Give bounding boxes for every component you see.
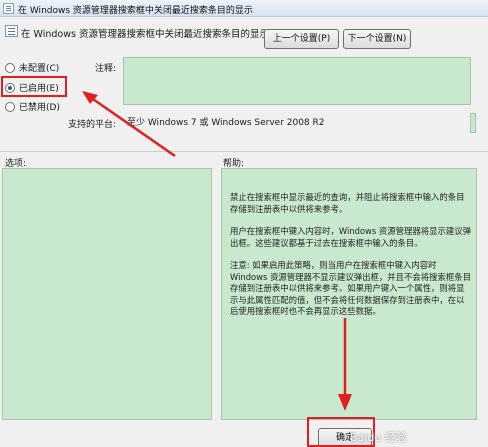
policy-window-icon [3, 3, 14, 14]
options-panel [2, 168, 212, 420]
supported-on-value: 至少 Windows 7 或 Windows Server 2008 R2 [123, 113, 470, 133]
radio-label-not-configured: 未配置(C) [19, 64, 60, 74]
radio-label-disabled: 已禁用(D) [19, 103, 60, 113]
section-divider [0, 151, 488, 152]
radio-disabled[interactable]: 已禁用(D) [5, 100, 60, 113]
radio-circle-not-configured[interactable] [5, 62, 15, 73]
radio-not-configured[interactable]: 未配置(C) [5, 61, 59, 74]
policy-setting-icon [5, 25, 18, 37]
supported-on-label: 支持的平台: [68, 120, 117, 130]
policy-name: 在 Windows 资源管理器搜索框中关闭最近搜索条目的显示 [21, 29, 269, 40]
help-paragraph-3: 注意: 如果启用此策略，则当用户在搜索框中键入内容时 Windows 资源管理器… [230, 260, 472, 316]
radio-circle-disabled[interactable] [5, 101, 15, 112]
annotation-highlight-enabled [1, 76, 67, 97]
previous-setting-button[interactable]: 上一个设置(P) [264, 29, 339, 49]
help-paragraph-1: 禁止在搜索框中显示最近的查询，并阻止将搜索框中输入的条目存储到注册表中以供将来参… [230, 192, 465, 214]
annotation-arrowhead-enabled [82, 91, 98, 104]
help-panel: 禁止在搜索框中显示最近的查询，并阻止将搜索框中输入的条目存储到注册表中以供将来参… [221, 168, 477, 420]
window-titlebar: 在 Windows 资源管理器搜索框中关闭最近搜索条目的显示 [0, 0, 488, 17]
comment-label: 注释: [95, 64, 117, 74]
next-setting-button[interactable]: 下一个设置(N) [343, 29, 411, 49]
supported-on-scrollbar[interactable] [470, 113, 476, 133]
window-title: 在 Windows 资源管理器搜索框中关闭最近搜索条目的显示 [18, 6, 253, 16]
watermark: Baidu 经验 [350, 431, 407, 444]
comment-textarea[interactable] [123, 57, 471, 105]
help-paragraph-2: 用户在搜索框中键入内容时，Windows 资源管理器将显示建议弹出框。这些建议都… [230, 226, 472, 248]
